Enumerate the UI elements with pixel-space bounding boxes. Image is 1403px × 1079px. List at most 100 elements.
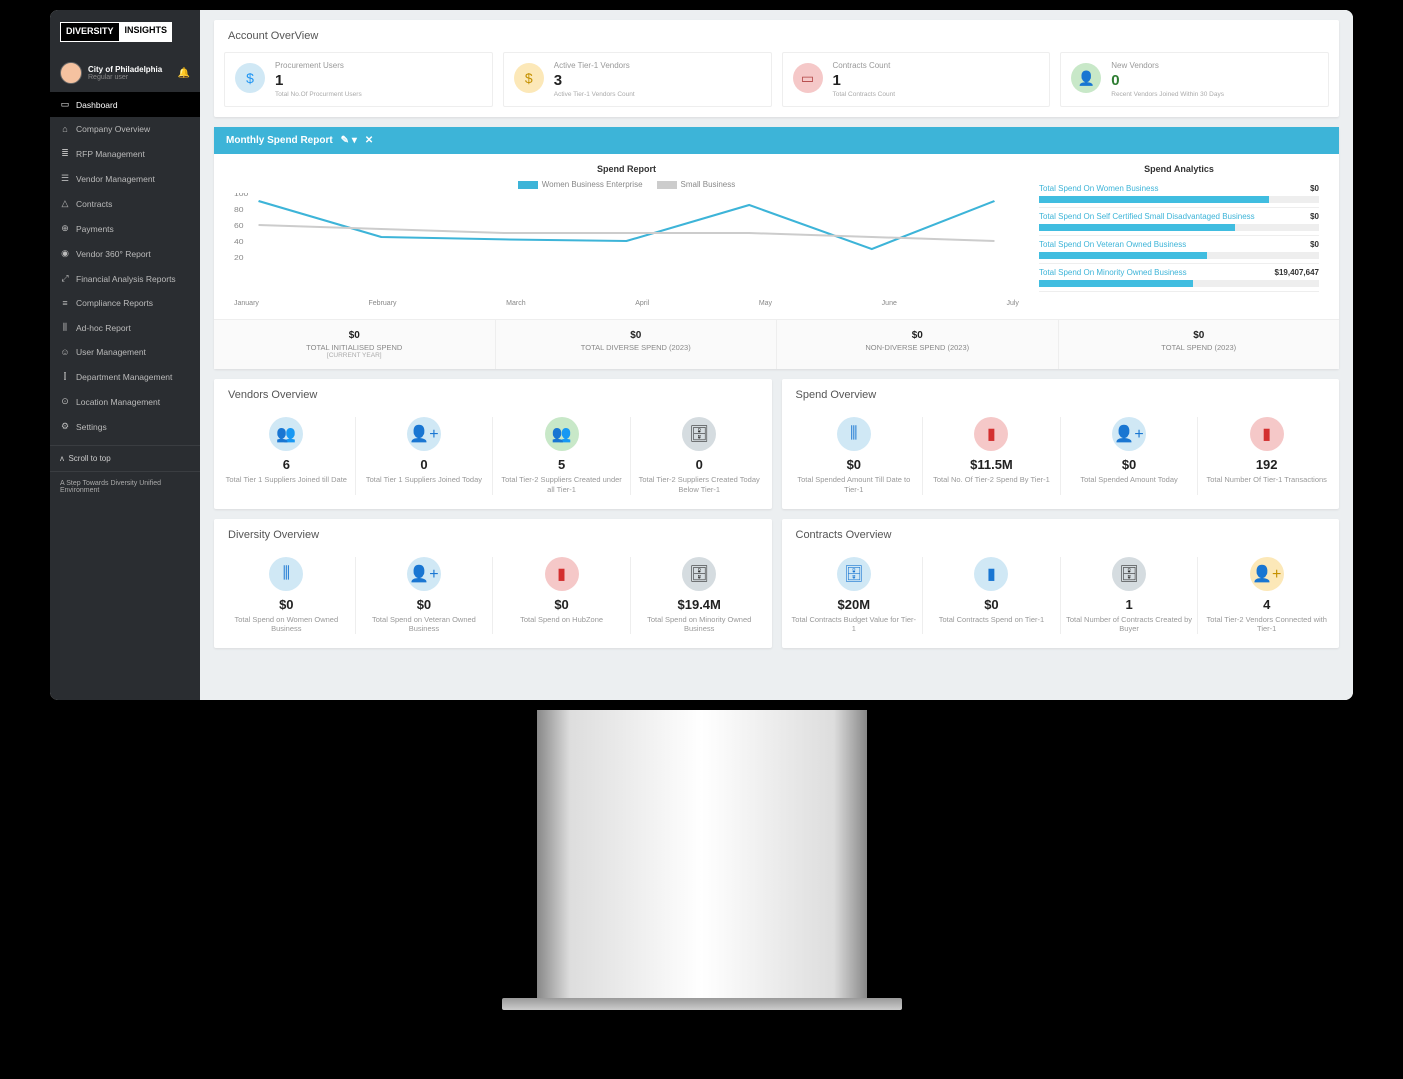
kpi-label: Procurement Users	[275, 61, 482, 70]
sidebar-item-financial-analysis-reports[interactable]: ⤢Financial Analysis Reports	[50, 266, 200, 291]
analytics-value: $0	[1310, 240, 1319, 249]
nav-icon: ⊙	[60, 396, 70, 407]
sidebar-item-vendor-360-report[interactable]: ◉Vendor 360° Report	[50, 241, 200, 266]
stat-label: Total Spend on Minority Owned Business	[635, 615, 764, 635]
panel-title: Spend Overview	[782, 379, 1340, 411]
svg-text:20: 20	[234, 254, 244, 262]
kpi-card: $Procurement Users1Total No.Of Procurmen…	[224, 52, 493, 107]
account-overview-panel: Account OverView $Procurement Users1Tota…	[214, 20, 1339, 117]
stat-label: Total No. Of Tier-2 Spend By Tier-1	[927, 475, 1056, 485]
sidebar-item-contracts[interactable]: △ Contracts	[50, 191, 200, 216]
sidebar-item-settings[interactable]: ⚙ Settings	[50, 414, 200, 439]
nav-label: Payments	[76, 224, 114, 234]
legend-item: Small Business	[657, 180, 736, 189]
stat-icon: 🗄	[1112, 557, 1146, 591]
main-content: Account OverView $Procurement Users1Tota…	[200, 10, 1353, 700]
stat-card: 👤+$0Total Spend on Veteran Owned Busines…	[356, 557, 493, 635]
kpi-card: ▭Contracts Count1Total Contracts Count	[782, 52, 1051, 107]
stat-value: $0	[360, 597, 489, 612]
nav-icon: ⤢	[60, 273, 70, 284]
nav-icon: ≡	[60, 298, 70, 308]
nav-icon: ⫼	[60, 322, 70, 333]
avatar	[60, 62, 82, 84]
spend-chart: Spend Report Women Business EnterpriseSm…	[224, 164, 1029, 309]
stat-value: $19.4M	[635, 597, 764, 612]
stat-value: $0	[1065, 457, 1194, 472]
nav: ▭Dashboard⌂Company Overview≣RFP Manageme…	[50, 92, 200, 439]
edit-icon[interactable]: ✎ ▾	[341, 135, 357, 146]
analytics-row: Total Spend On Women Business$0	[1039, 180, 1319, 208]
kpi-value: 1	[275, 72, 482, 89]
stat-label: Total Spended Amount Today	[1065, 475, 1194, 485]
nav-label: RFP Management	[76, 149, 145, 159]
user-role: Regular user	[88, 74, 172, 81]
sidebar-item-compliance-reports[interactable]: ≡Compliance Reports	[50, 291, 200, 315]
stat-value: 0	[635, 457, 764, 472]
stat-value: 0	[360, 457, 489, 472]
stat-icon: ▮	[974, 417, 1008, 451]
stat-card: ▮192Total Number Of Tier-1 Transactions	[1198, 417, 1335, 495]
stat-label: Total Number Of Tier-1 Transactions	[1202, 475, 1331, 485]
analytics-title: Spend Analytics	[1039, 164, 1319, 174]
bell-icon[interactable]: 🔔	[178, 68, 190, 79]
x-label: June	[882, 300, 897, 307]
stat-value: $11.5M	[927, 457, 1056, 472]
analytics-row: Total Spend On Minority Owned Business$1…	[1039, 264, 1319, 292]
stat-icon: ▮	[1250, 417, 1284, 451]
kpi-sublabel: Recent Vendors Joined Within 30 Days	[1111, 91, 1318, 98]
stat-card: ▮$0Total Contracts Spend on Tier-1	[923, 557, 1060, 635]
x-label: July	[1006, 300, 1018, 307]
sidebar-item-ad-hoc-report[interactable]: ⫼ Ad-hoc Report	[50, 315, 200, 340]
analytics-label: Total Spend On Minority Owned Business	[1039, 268, 1187, 277]
stat-icon: 🗄	[682, 557, 716, 591]
nav-label: User Management	[76, 347, 146, 357]
sidebar-item-department-management[interactable]: ⫿Department Management	[50, 364, 200, 389]
stat-label: Total Spended Amount Till Date to Tier-1	[790, 475, 919, 495]
contracts-overview-panel: Contracts Overview 🗄$20MTotal Contracts …	[782, 519, 1340, 649]
kpi-sublabel: Active Tier-1 Vendors Count	[554, 91, 761, 98]
svg-text:100: 100	[234, 193, 249, 198]
sidebar-item-company-overview[interactable]: ⌂Company Overview	[50, 117, 200, 141]
sidebar-item-vendor-management[interactable]: ☰Vendor Management	[50, 166, 200, 191]
kpi-value: 0	[1111, 72, 1318, 89]
report-header: Monthly Spend Report ✎ ▾ ✕	[214, 127, 1339, 154]
analytics-value: $0	[1310, 184, 1319, 193]
stat-value: $0	[222, 597, 351, 612]
spend-analytics: Spend Analytics Total Spend On Women Bus…	[1029, 164, 1329, 309]
sidebar-item-user-management[interactable]: ☺User Management	[50, 340, 200, 364]
nav-label: Contracts	[76, 199, 112, 209]
kpi-card: 👤New Vendors0Recent Vendors Joined Withi…	[1060, 52, 1329, 107]
stat-card: 👤+4Total Tier-2 Vendors Connected with T…	[1198, 557, 1335, 635]
vendors-overview-panel: Vendors Overview 👥6Total Tier 1 Supplier…	[214, 379, 772, 509]
analytics-row: Total Spend On Self Certified Small Disa…	[1039, 208, 1319, 236]
stat-card: ⫼ $0 Total Spended Amount Till Date to Tie…	[786, 417, 923, 495]
nav-icon: △	[60, 198, 70, 209]
stat-value: $0	[927, 597, 1056, 612]
stat-label: Total Contracts Budget Value for Tier-1	[790, 615, 919, 635]
stat-icon: 👥	[545, 417, 579, 451]
kpi-card: $Active Tier-1 Vendors3Active Tier-1 Ven…	[503, 52, 772, 107]
nav-icon: ⚙	[60, 421, 70, 432]
kpi-label: New Vendors	[1111, 61, 1318, 70]
analytics-label: Total Spend On Self Certified Small Disa…	[1039, 212, 1255, 221]
x-label: January	[234, 300, 259, 307]
user-row[interactable]: City of Philadelphia Regular user 🔔	[50, 54, 200, 92]
sidebar-item-rfp-management[interactable]: ≣RFP Management	[50, 141, 200, 166]
svg-text:40: 40	[234, 238, 244, 246]
nav-label: Ad-hoc Report	[76, 323, 131, 333]
stat-label: Total Number of Contracts Created by Buy…	[1065, 615, 1194, 635]
scroll-to-top[interactable]: ʌ Scroll to top	[50, 445, 200, 472]
sidebar-item-location-management[interactable]: ⊙Location Management	[50, 389, 200, 414]
stat-icon: 👤+	[1250, 557, 1284, 591]
total-label: TOTAL SPEND (2023)	[1063, 343, 1336, 352]
stat-icon: ⫼	[837, 417, 871, 451]
stat-card: ▮$0Total Spend on HubZone	[493, 557, 630, 635]
nav-label: Settings	[76, 422, 107, 432]
sidebar-item-dashboard[interactable]: ▭Dashboard	[50, 92, 200, 117]
sidebar-item-payments[interactable]: ⊕Payments	[50, 216, 200, 241]
nav-label: Vendor 360° Report	[76, 249, 151, 259]
stat-label: Total Tier-2 Suppliers Created Today Bel…	[635, 475, 764, 495]
close-icon[interactable]: ✕	[365, 135, 373, 146]
stat-card: 🗄1Total Number of Contracts Created by B…	[1061, 557, 1198, 635]
stat-value: $0	[790, 457, 919, 472]
